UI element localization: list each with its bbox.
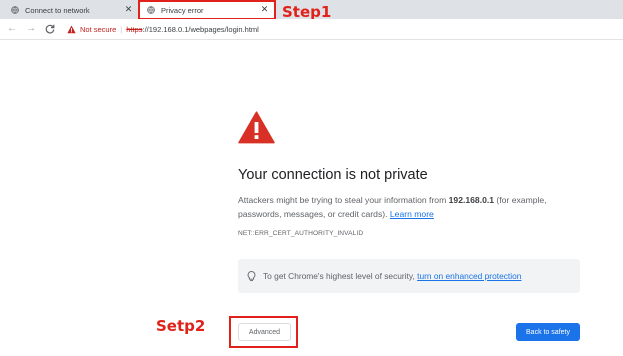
url-scheme: https <box>126 25 143 34</box>
learn-more-link[interactable]: Learn more <box>390 209 434 219</box>
warning-description: Attackers might be trying to steal your … <box>238 194 578 221</box>
url-separator: | <box>120 25 123 34</box>
forward-arrow-icon[interactable]: → <box>26 23 36 35</box>
step1-highlight-box <box>138 0 276 20</box>
back-arrow-icon[interactable]: ← <box>7 23 17 35</box>
address-bar[interactable]: Not secure | https ://192.168.0.1/webpag… <box>62 22 617 37</box>
error-code[interactable]: NET::ERR_CERT_AUTHORITY_INVALID <box>238 230 363 237</box>
enhanced-protection-banner: To get Chrome's highest level of securit… <box>238 259 580 293</box>
lightbulb-icon <box>247 270 256 281</box>
browser-toolbar: ← → Not secure | https ://192.168.0.1/we… <box>0 19 623 40</box>
not-secure-label[interactable]: Not secure <box>80 25 116 34</box>
warning-triangle-icon[interactable] <box>67 25 76 34</box>
step2-label: Setp2 <box>156 317 206 335</box>
advanced-button[interactable]: Advanced <box>238 323 291 341</box>
tab-connect-to-network[interactable]: Connect to network ✕ <box>0 1 137 19</box>
description-prefix: Attackers might be trying to steal your … <box>238 195 449 205</box>
back-to-safety-button[interactable]: Back to safety <box>516 323 580 341</box>
page-title: Your connection is not private <box>238 167 428 183</box>
enhanced-protection-text: To get Chrome's highest level of securit… <box>263 271 415 281</box>
tab-title: Connect to network <box>25 5 90 15</box>
host-name: 192.168.0.1 <box>448 195 495 205</box>
enhanced-protection-link[interactable]: turn on enhanced protection <box>417 271 521 281</box>
url-path: ://192.168.0.1/webpages/login.html <box>142 25 259 34</box>
close-tab-icon[interactable]: ✕ <box>124 4 133 14</box>
large-warning-icon <box>238 111 275 144</box>
globe-icon <box>11 6 19 14</box>
reload-icon[interactable] <box>45 24 55 34</box>
